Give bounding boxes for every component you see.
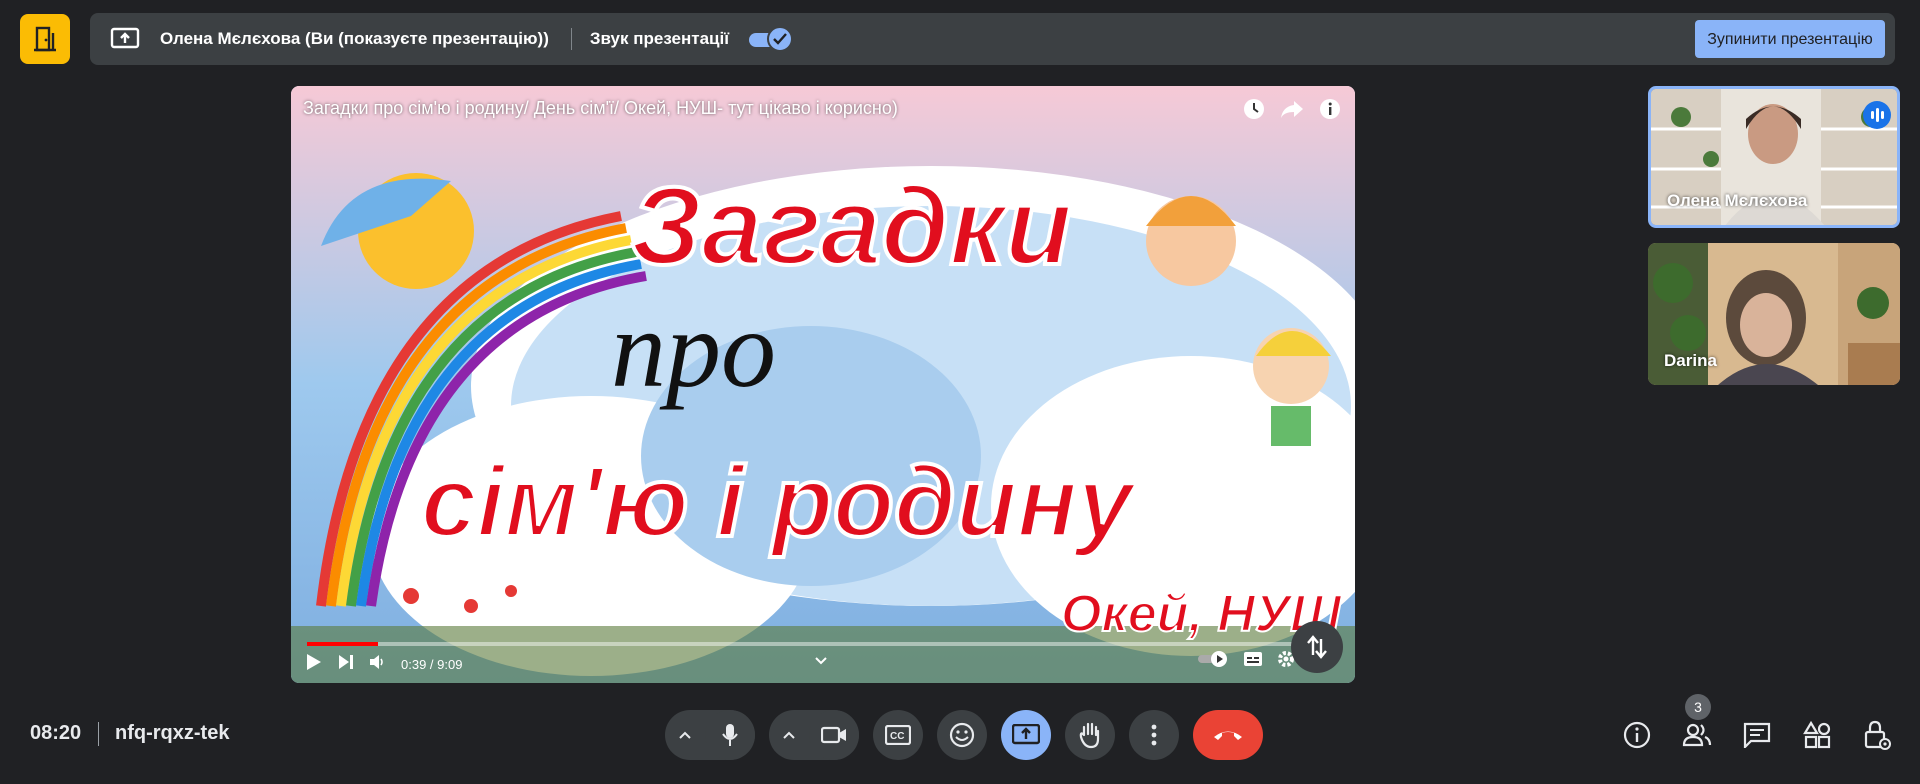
- volume-icon: [370, 654, 383, 669]
- autoplay-toggle[interactable]: [1197, 650, 1229, 673]
- video-title[interactable]: Загадки про сім'ю і родину/ День сім'ї/ …: [303, 98, 898, 119]
- raise-hand-icon: [1079, 722, 1100, 749]
- info-icon: [1320, 99, 1340, 119]
- chevron-up-icon: [783, 731, 795, 739]
- svg-text:Загадки: Загадки: [631, 165, 1072, 288]
- video-options-button[interactable]: [769, 710, 809, 760]
- svg-text:CC: CC: [890, 731, 904, 742]
- next-icon: [339, 654, 353, 669]
- autoplay-icon: [1198, 651, 1227, 667]
- video-progress-bar[interactable]: [307, 642, 1307, 646]
- presentation-banner: Олена Мєлєхова (Ви (показуєте презентаці…: [90, 13, 1895, 65]
- chat-button[interactable]: [1736, 710, 1778, 760]
- participant-tile-olena[interactable]: Олена Мєлєхова: [1648, 86, 1900, 228]
- subtitles-button[interactable]: [1243, 651, 1263, 672]
- play-icon: [307, 653, 321, 670]
- presenter-name: Олена Мєлєхова (Ви (показуєте презентаці…: [160, 29, 549, 48]
- emoji-icon: [949, 722, 975, 748]
- subtitles-icon: [1244, 652, 1262, 666]
- chevron-down-icon[interactable]: [813, 654, 829, 668]
- divider: [98, 722, 99, 746]
- camera-control: [769, 710, 859, 760]
- chevron-up-icon: [679, 731, 691, 739]
- meeting-clock: 08:20: [30, 722, 82, 744]
- camera-icon: [821, 726, 846, 744]
- check-icon: [773, 33, 787, 45]
- people-count-badge: 3: [1685, 694, 1711, 720]
- host-controls-button[interactable]: [1856, 710, 1898, 760]
- captions-icon: CC: [885, 725, 911, 745]
- share-button[interactable]: [1279, 96, 1305, 122]
- next-video-button[interactable]: [337, 653, 355, 676]
- participant-name: Олена Мєлєхова: [1667, 191, 1808, 210]
- mic-button[interactable]: [705, 710, 755, 760]
- video-thumbnail: Загадки про сім'ю і родину Окей, НУШ: [291, 86, 1355, 683]
- svg-text:сім'ю і родину: сім'ю і родину: [421, 446, 1137, 558]
- swap-icon: [1307, 635, 1327, 659]
- shared-video[interactable]: Загадки про сім'ю і родину Окей, НУШ Заг…: [291, 86, 1355, 683]
- present-screen-icon: [1012, 724, 1040, 745]
- end-call-button[interactable]: [1193, 710, 1263, 760]
- end-call-icon: [1214, 731, 1242, 740]
- activities-button[interactable]: [1796, 710, 1838, 760]
- present-screen-icon: [110, 24, 140, 54]
- info-icon: [1623, 721, 1651, 749]
- activities-icon: [1803, 721, 1831, 749]
- door-icon: [34, 26, 56, 52]
- divider: [570, 28, 572, 50]
- present-now-button[interactable]: [1001, 710, 1051, 760]
- emoji-button[interactable]: [937, 710, 987, 760]
- audio-options-button[interactable]: [665, 710, 705, 760]
- svg-text:про: про: [611, 288, 776, 410]
- meeting-code: nfq-rqxz-tek: [115, 722, 230, 744]
- speaking-indicator: [1863, 101, 1891, 129]
- swap-layout-button[interactable]: [1291, 621, 1343, 673]
- host-controls-icon: [1864, 720, 1891, 750]
- stop-presenting-button[interactable]: Зупинити презентацію: [1695, 20, 1885, 58]
- play-button[interactable]: [305, 652, 323, 677]
- clock-icon: [1244, 99, 1264, 119]
- share-icon: [1281, 101, 1303, 118]
- chat-icon: [1743, 722, 1771, 748]
- mic-control: [665, 710, 755, 760]
- more-options-button[interactable]: [1129, 710, 1179, 760]
- participant-name: Darina: [1664, 351, 1717, 370]
- volume-button[interactable]: [369, 654, 387, 675]
- raise-hand-button[interactable]: [1065, 710, 1115, 760]
- more-icon: [1151, 724, 1157, 746]
- mic-icon: [722, 724, 738, 746]
- camera-button[interactable]: [809, 710, 859, 760]
- video-time: 0:39 / 9:09: [401, 656, 463, 672]
- participant-tile-darina[interactable]: Darina: [1648, 243, 1900, 385]
- meeting-details-button[interactable]: [1616, 710, 1658, 760]
- presentation-sound-toggle[interactable]: [749, 26, 795, 52]
- leave-door-button[interactable]: [20, 14, 70, 64]
- people-icon: [1682, 723, 1712, 747]
- people-button[interactable]: 3: [1676, 694, 1718, 760]
- video-info-button[interactable]: [1317, 96, 1343, 122]
- presentation-sound-label: Звук презентації: [589, 29, 730, 48]
- watch-later-button[interactable]: [1241, 96, 1267, 122]
- captions-button[interactable]: CC: [873, 710, 923, 760]
